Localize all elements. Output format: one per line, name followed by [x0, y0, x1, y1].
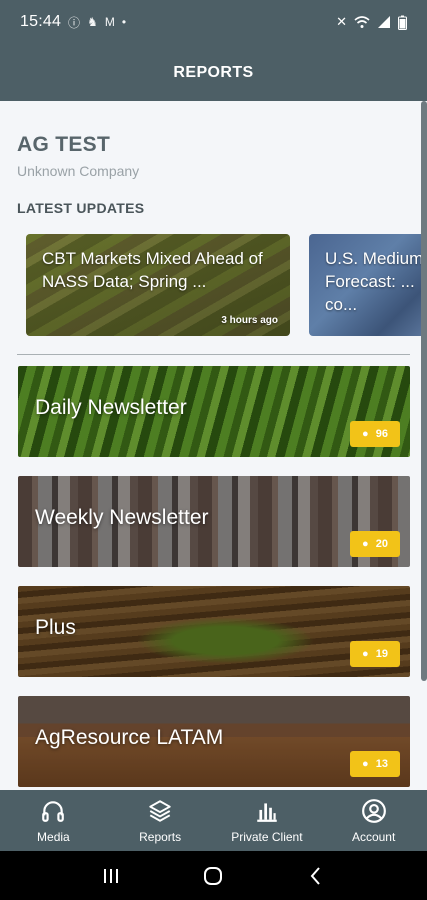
report-card-weekly-newsletter[interactable]: Weekly Newsletter ● 20	[18, 476, 410, 567]
notification-badge: ● 19	[350, 641, 400, 667]
back-icon[interactable]	[304, 864, 328, 888]
report-card-label: AgResource LATAM	[35, 726, 224, 749]
page-title: REPORTS	[173, 63, 254, 81]
signal-icon	[378, 16, 390, 28]
badge-count: 96	[375, 428, 388, 440]
news-card[interactable]: CBT Markets Mixed Ahead of NASS Data; Sp…	[26, 234, 290, 336]
home-icon[interactable]	[201, 864, 225, 888]
notification-badge: ● 13	[350, 751, 400, 777]
status-time: 15:44	[20, 13, 62, 30]
status-bar: 15:44 ⓘ ♞ M • ✕	[0, 0, 427, 44]
nav-label: Private Client	[231, 829, 303, 844]
bell-icon: ●	[362, 538, 369, 550]
bottom-nav: Media Reports Private Client Account	[0, 790, 427, 851]
wifi-icon	[354, 16, 370, 28]
report-card-agresource-latam[interactable]: AgResource LATAM ● 13	[18, 696, 410, 787]
dot-icon: •	[121, 15, 127, 29]
notification-badge: ● 20	[350, 531, 400, 557]
mute-icon: ✕	[336, 14, 347, 29]
nav-label: Reports	[139, 829, 182, 844]
news-card-headline: U.S. Medium Forecast: ... co...	[325, 249, 424, 314]
latest-updates-title: LATEST UPDATES	[17, 200, 145, 216]
nav-item-private-client[interactable]: Private Client	[214, 790, 321, 851]
news-card[interactable]: U.S. Medium Forecast: ... co...	[309, 234, 427, 336]
report-card-plus[interactable]: Plus ● 19	[18, 586, 410, 677]
app-bar: REPORTS	[0, 44, 427, 101]
nav-item-reports[interactable]: Reports	[107, 790, 214, 851]
report-card-daily-newsletter[interactable]: Daily Newsletter ● 96	[18, 366, 410, 457]
account-icon	[361, 798, 386, 823]
notification-badge: ● 96	[350, 421, 400, 447]
news-card-time: 3 hours ago	[221, 315, 278, 326]
system-nav-bar	[0, 851, 427, 900]
scrollbar[interactable]	[421, 101, 427, 681]
alarm-icon: ⓘ	[68, 15, 81, 30]
layers-icon	[149, 799, 171, 822]
badge-count: 20	[375, 538, 388, 550]
user-name: AG TEST	[17, 133, 111, 156]
notification-icon: ♞	[87, 15, 98, 29]
battery-icon	[398, 15, 407, 30]
report-card-label: Plus	[35, 616, 76, 639]
news-card-headline: CBT Markets Mixed Ahead of NASS Data; Sp…	[42, 249, 263, 291]
company-name: Unknown Company	[17, 163, 140, 179]
nav-label: Media	[37, 829, 70, 844]
nav-label: Account	[351, 829, 396, 844]
report-card-label: Weekly Newsletter	[35, 506, 209, 529]
bar-chart-icon	[257, 802, 277, 822]
nav-item-media[interactable]: Media	[0, 790, 107, 851]
bell-icon: ●	[362, 758, 369, 770]
divider	[17, 354, 410, 355]
latest-updates-carousel[interactable]: CBT Markets Mixed Ahead of NASS Data; Sp…	[0, 234, 427, 336]
headphones-icon	[42, 800, 65, 822]
nav-item-account[interactable]: Account	[320, 790, 427, 851]
status-left: 15:44 ⓘ ♞ M •	[20, 13, 126, 31]
mail-icon: M	[104, 15, 115, 29]
badge-count: 13	[375, 758, 388, 770]
recent-apps-icon[interactable]	[99, 864, 123, 888]
badge-count: 19	[375, 648, 388, 660]
status-right: ✕	[336, 14, 407, 30]
bell-icon: ●	[362, 648, 369, 660]
bell-icon: ●	[362, 428, 369, 440]
main-content[interactable]: AG TEST Unknown Company LATEST UPDATES C…	[0, 101, 427, 790]
report-card-label: Daily Newsletter	[35, 396, 187, 419]
